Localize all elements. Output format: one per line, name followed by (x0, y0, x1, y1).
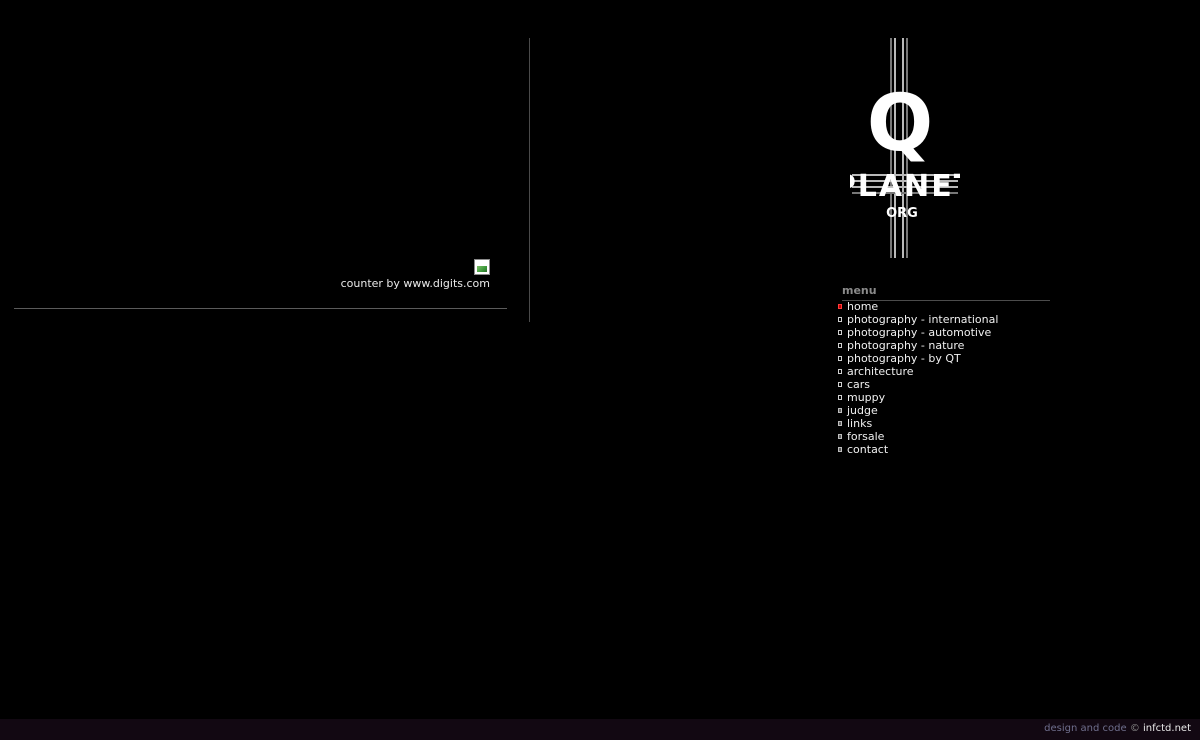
menu-title: menu (842, 284, 1050, 301)
bullet-icon (838, 317, 842, 322)
menu-item-label: photography - by QT (847, 352, 961, 365)
logo-planet: PLANET (850, 169, 960, 204)
menu-item-label: photography - nature (847, 339, 965, 352)
copyright-symbol: © (1129, 723, 1140, 734)
footer-text: design and code (1044, 723, 1127, 734)
counter-link[interactable]: counter by www.digits.com (341, 277, 490, 290)
menu-item-label: photography - international (847, 313, 999, 326)
bullet-icon (838, 330, 842, 335)
menu-item-label: contact (847, 443, 889, 456)
menu-item-label: cars (847, 378, 871, 391)
bullet-icon (838, 304, 842, 309)
menu-item-cars[interactable]: cars (837, 378, 1057, 391)
menu-item-architecture[interactable]: architecture (837, 365, 1057, 378)
bullet-icon (838, 408, 842, 413)
menu-item-forsale[interactable]: forsale (837, 430, 1057, 443)
menu-item-label: judge (847, 404, 878, 417)
bullet-icon (838, 382, 842, 387)
vertical-divider (529, 38, 530, 322)
footer-brand-link[interactable]: infctd.net (1143, 723, 1191, 734)
content-divider (14, 308, 507, 309)
footer-bar: design and code © infctd.net (0, 719, 1200, 740)
bullet-icon (838, 343, 842, 348)
bullet-icon (838, 356, 842, 361)
menu-item-judge[interactable]: judge (837, 404, 1057, 417)
logo-q: Q (867, 79, 933, 169)
menu-item-label: photography - automotive (847, 326, 992, 339)
menu-item-label: architecture (847, 365, 914, 378)
site-logo[interactable]: Q PLANET ORG (834, 38, 974, 258)
menu-item-label: muppy (847, 391, 886, 404)
menu-item-photography-nature[interactable]: photography - nature (837, 339, 1057, 352)
menu-item-label: home (847, 300, 879, 313)
footer-credit: design and code © infctd.net (1044, 723, 1191, 734)
bullet-icon (838, 434, 842, 439)
menu-item-links[interactable]: links (837, 417, 1057, 430)
menu-item-label: forsale (847, 430, 885, 443)
menu-item-home[interactable]: home (837, 300, 1057, 313)
logo-graphic: Q PLANET ORG (834, 38, 974, 258)
menu-item-contact[interactable]: contact (837, 443, 1057, 456)
menu-item-label: links (847, 417, 873, 430)
bullet-icon (838, 421, 842, 426)
counter-image (474, 259, 490, 275)
logo-org: ORG (886, 206, 918, 221)
content-panel: counter by www.digits.com (14, 38, 507, 310)
bullet-icon (838, 369, 842, 374)
bullet-icon (838, 447, 842, 452)
menu-item-photography-automotive[interactable]: photography - automotive (837, 326, 1057, 339)
bullet-icon (838, 395, 842, 400)
menu-item-photography-international[interactable]: photography - international (837, 313, 1057, 326)
menu-item-muppy[interactable]: muppy (837, 391, 1057, 404)
menu-list: home photography - international photogr… (837, 300, 1057, 456)
menu-item-photography-by-qt[interactable]: photography - by QT (837, 352, 1057, 365)
